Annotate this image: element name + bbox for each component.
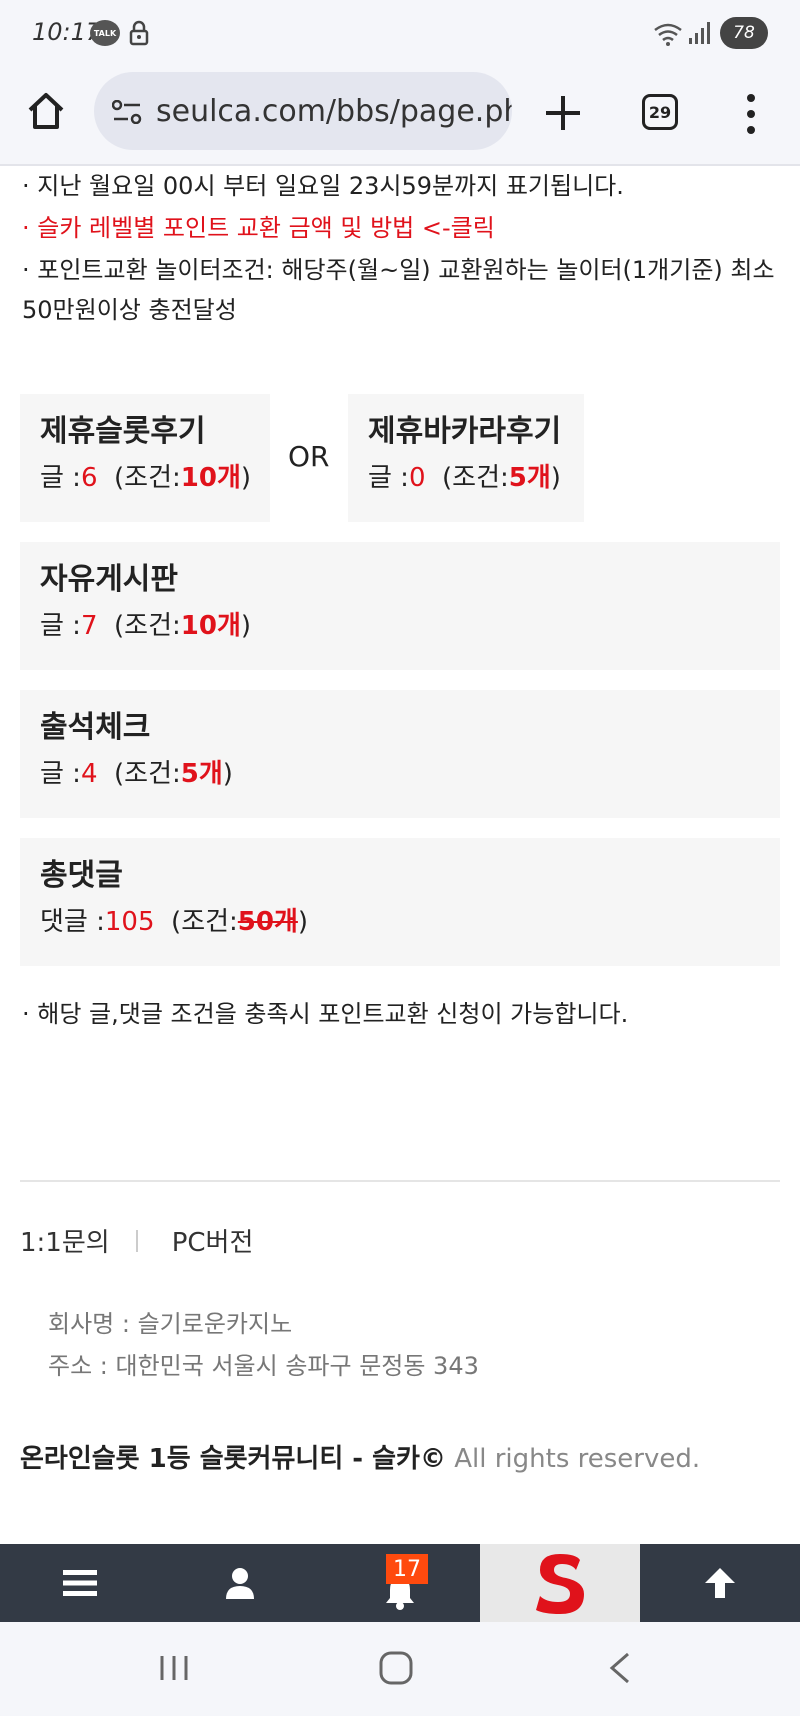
card-partner-slot-review: 제휴슬롯후기 글 :6 (조건:10개) [20, 394, 270, 522]
more-menu-icon[interactable] [744, 92, 758, 136]
address-bar[interactable]: seulca.com/bbs/page.ph [94, 72, 512, 150]
condition-value: 5개 [180, 759, 223, 789]
card-title: 제휴바카라후기 [368, 414, 562, 449]
wifi-icon [654, 23, 682, 46]
notice-eligibility: · 해당 글,댓글 조건을 충족시 포인트교환 신청이 가능합니다. [22, 1000, 629, 1028]
card-stats: 댓글 :105 (조건:50개) [40, 902, 760, 942]
user-icon [226, 1568, 254, 1599]
comment-count: 105 [104, 907, 155, 937]
count-label: 댓글 : [40, 907, 105, 937]
profile-button[interactable] [200, 1544, 280, 1622]
condition-label: (조건: [114, 759, 181, 789]
condition-label: (조건: [442, 463, 509, 493]
back-icon[interactable] [604, 1648, 634, 1688]
footer-links: 1:1문의 PC버전 [20, 1222, 253, 1259]
kakao-talk-icon: TALK [90, 20, 120, 46]
link-separator [135, 1229, 138, 1252]
card-stats: 글 :7 (조건:10개) [40, 606, 760, 646]
arrow-up-icon [705, 1568, 735, 1598]
copyright-rights: All rights reserved. [445, 1444, 701, 1474]
count-label: 글 : [40, 759, 81, 789]
notice-period: · 지난 월요일 00시 부터 일요일 23시59분까지 표기됩니다. [22, 172, 624, 200]
condition-close: ) [550, 463, 561, 493]
card-attendance-check: 출석체크 글 :4 (조건:5개) [20, 690, 780, 818]
post-count: 7 [80, 611, 98, 641]
site-settings-icon[interactable] [112, 100, 142, 124]
footer-divider [20, 1180, 780, 1182]
bottom-navigation: 17 [0, 1544, 800, 1622]
scroll-top-button[interactable] [680, 1544, 760, 1622]
condition-close: ) [222, 759, 233, 789]
condition-close: ) [240, 463, 252, 493]
condition-close: ) [240, 611, 252, 641]
card-title: 출석체크 [40, 710, 151, 745]
home-icon[interactable] [26, 90, 66, 132]
post-count: 0 [408, 463, 426, 493]
notification-count-badge: 17 [386, 1554, 428, 1584]
condition-label: (조건: [114, 463, 181, 493]
url-text: seulca.com/bbs/page.ph [156, 94, 512, 129]
menu-button[interactable] [40, 1544, 120, 1622]
status-bar: 10:17 TALK 78 [0, 0, 800, 66]
home-circle-icon[interactable] [376, 1648, 416, 1688]
recent-apps-icon[interactable] [154, 1648, 194, 1688]
post-count: 4 [80, 759, 98, 789]
condition-value: 10개 [180, 463, 241, 493]
pc-version-link[interactable]: PC버전 [172, 1222, 254, 1259]
seulca-logo-icon [536, 1554, 584, 1614]
hamburger-icon [63, 1570, 97, 1596]
browser-toolbar: seulca.com/bbs/page.ph 29 [0, 66, 800, 166]
system-navigation-bar [0, 1622, 800, 1716]
card-stats: 글 :6 (조건:10개) [40, 458, 252, 498]
notice-exchange-condition: · 포인트교환 놀이터조건: 해당주(월~일) 교환원하는 놀이터(1개기준) … [22, 256, 775, 324]
card-title: 총댓글 [40, 858, 123, 893]
copyright: 온라인슬롯 1등 슬롯커뮤니티 - 슬카© All rights reserve… [20, 1438, 700, 1475]
condition-value: 50개 [237, 907, 298, 937]
count-label: 글 : [40, 463, 81, 493]
card-stats: 글 :0 (조건:5개) [368, 458, 564, 498]
post-count: 6 [80, 463, 98, 493]
count-label: 글 : [368, 463, 409, 493]
condition-value: 10개 [180, 611, 241, 641]
condition-value: 5개 [508, 463, 551, 493]
signal-icon [689, 22, 710, 44]
card-partner-baccarat-review: 제휴바카라후기 글 :0 (조건:5개) [348, 394, 584, 522]
card-total-comments: 총댓글 댓글 :105 (조건:50개) [20, 838, 780, 966]
tab-switcher-button[interactable]: 29 [642, 94, 678, 130]
home-logo-button[interactable] [480, 1544, 640, 1622]
condition-label: (조건: [171, 907, 238, 937]
card-title: 자유게시판 [40, 562, 178, 597]
battery-icon: 78 [720, 17, 768, 49]
lock-icon [129, 20, 149, 46]
card-title: 제휴슬롯후기 [40, 414, 206, 449]
notice-level-points-link[interactable]: · 슬카 레벨별 포인트 교환 금액 및 방법 <-클릭 [22, 208, 495, 248]
count-label: 글 : [40, 611, 81, 641]
condition-label: (조건: [114, 611, 181, 641]
company-address: 주소 : 대한민국 서울시 송파구 문정동 343 [48, 1352, 479, 1380]
card-free-board: 자유게시판 글 :7 (조건:10개) [20, 542, 780, 670]
copyright-brand: 온라인슬롯 1등 슬롯커뮤니티 - 슬카© [20, 1444, 446, 1474]
company-name: 회사명 : 슬기로운카지노 [48, 1310, 293, 1338]
condition-close: ) [297, 907, 309, 937]
card-stats: 글 :4 (조건:5개) [40, 754, 760, 794]
new-tab-icon[interactable] [542, 92, 584, 134]
inquiry-link[interactable]: 1:1문의 [20, 1222, 110, 1259]
or-label: OR [288, 440, 330, 473]
